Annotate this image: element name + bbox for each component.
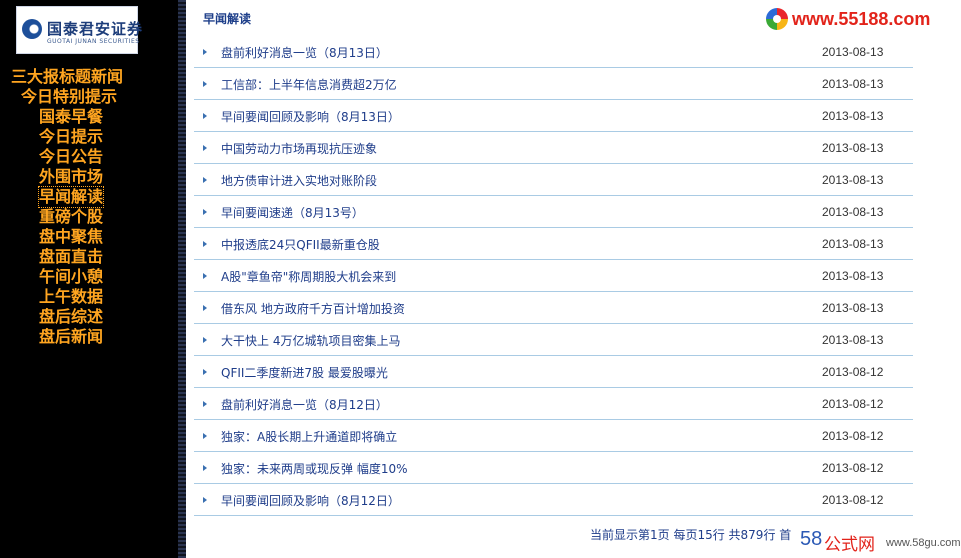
news-date: 2013-08-13 <box>822 173 884 187</box>
nav-item-noon-break[interactable]: 午间小憩 <box>39 267 103 287</box>
news-date: 2013-08-13 <box>822 45 884 59</box>
nav-item-market-live[interactable]: 盘面直击 <box>39 247 103 267</box>
news-date: 2013-08-12 <box>822 397 884 411</box>
news-title-link[interactable]: 工信部：上半年信息消费超2万亿 <box>221 76 397 93</box>
news-title-link[interactable]: 早间要闻回顾及影响（8月12日） <box>221 492 400 509</box>
news-date: 2013-08-13 <box>822 77 884 91</box>
bullet-arrow-icon <box>203 337 207 343</box>
news-title-link[interactable]: 盘前利好消息一览（8月12日） <box>221 396 388 413</box>
nav-item-intraday-focus[interactable]: 盘中聚焦 <box>39 227 103 247</box>
news-date: 2013-08-12 <box>822 461 884 475</box>
bullet-arrow-icon <box>203 433 207 439</box>
news-row[interactable]: 早间要闻回顾及影响（8月12日） 2013-08-12 <box>194 484 913 516</box>
news-date: 2013-08-13 <box>822 205 884 219</box>
company-logo-icon <box>22 19 42 39</box>
news-date: 2013-08-13 <box>822 237 884 251</box>
section-title: 早闻解读 <box>203 12 252 26</box>
news-date: 2013-08-13 <box>822 301 884 315</box>
news-title-link[interactable]: 地方债审计进入实地对账阶段 <box>221 172 377 189</box>
news-row[interactable]: 中报透底24只QFII最新重仓股 2013-08-13 <box>194 228 913 260</box>
bullet-arrow-icon <box>203 369 207 375</box>
news-date: 2013-08-12 <box>822 429 884 443</box>
bullet-arrow-icon <box>203 401 207 407</box>
company-logo-text: 国泰君安证券 <box>47 20 144 38</box>
news-date: 2013-08-12 <box>822 493 884 507</box>
news-row[interactable]: 大干快上 4万亿城轨项目密集上马 2013-08-13 <box>194 324 913 356</box>
site-logo-text: www.55188.com <box>792 8 931 29</box>
sidebar: 国泰君安证券 GUOTAI JUNAN SECURITIES 三大报标题新闻 今… <box>0 0 185 558</box>
news-row[interactable]: 中国劳动力市场再现抗压迹象 2013-08-13 <box>194 132 913 164</box>
site-logo[interactable]: www.55188.com <box>766 8 930 34</box>
site-logo-icon <box>766 8 788 30</box>
watermark-badge: 58 公式网 www.58gu.com <box>796 526 961 558</box>
pagination-info[interactable]: 当前显示第1页 每页15行 共879行 首 <box>590 526 791 543</box>
news-title-link[interactable]: QFII二季度新进7股 最爱股曝光 <box>221 364 388 381</box>
news-date: 2013-08-13 <box>822 141 884 155</box>
nav-item-today-announcements[interactable]: 今日公告 <box>39 147 103 167</box>
nav-item-morning-data[interactable]: 上午数据 <box>39 287 103 307</box>
news-title-link[interactable]: 独家：A股长期上升通道即将确立 <box>221 428 397 445</box>
news-row[interactable]: 盘前利好消息一览（8月13日） 2013-08-13 <box>194 36 913 68</box>
news-date: 2013-08-13 <box>822 109 884 123</box>
bullet-arrow-icon <box>203 145 207 151</box>
news-title-link[interactable]: 盘前利好消息一览（8月13日） <box>221 44 388 61</box>
news-date: 2013-08-13 <box>822 269 884 283</box>
news-row[interactable]: 盘前利好消息一览（8月12日） 2013-08-12 <box>194 388 913 420</box>
bullet-arrow-icon <box>203 177 207 183</box>
watermark-url: www.58gu.com <box>886 537 961 549</box>
bullet-arrow-icon <box>203 49 207 55</box>
news-row[interactable]: 早间要闻回顾及影响（8月13日） 2013-08-13 <box>194 100 913 132</box>
news-row[interactable]: 借东风 地方政府千方百计增加投资 2013-08-13 <box>194 292 913 324</box>
main-content: 早闻解读 www.55188.com 盘前利好消息一览（8月13日） 2013-0… <box>186 0 961 558</box>
news-row[interactable]: A股"章鱼帝"称周期股大机会来到 2013-08-13 <box>194 260 913 292</box>
news-date: 2013-08-12 <box>822 365 884 379</box>
bullet-arrow-icon <box>203 81 207 87</box>
news-row[interactable]: 独家：A股长期上升通道即将确立 2013-08-12 <box>194 420 913 452</box>
news-title-link[interactable]: 早间要闻回顾及影响（8月13日） <box>221 108 400 125</box>
bullet-arrow-icon <box>203 305 207 311</box>
news-title-link[interactable]: 早间要闻速递（8月13号） <box>221 204 364 221</box>
nav-item-close-summary[interactable]: 盘后综述 <box>39 307 103 327</box>
bullet-arrow-icon <box>203 113 207 119</box>
news-row[interactable]: 独家：未来两周或现反弹 幅度10% 2013-08-12 <box>194 452 913 484</box>
news-row[interactable]: 早间要闻速递（8月13号） 2013-08-13 <box>194 196 913 228</box>
news-title-link[interactable]: 借东风 地方政府千方百计增加投资 <box>221 300 405 317</box>
bullet-arrow-icon <box>203 273 207 279</box>
news-title-link[interactable]: A股"章鱼帝"称周期股大机会来到 <box>221 268 396 285</box>
news-title-link[interactable]: 独家：未来两周或现反弹 幅度10% <box>221 460 408 477</box>
watermark-number: 58 <box>800 528 823 550</box>
nav-item-today-tips[interactable]: 今日提示 <box>39 127 103 147</box>
bullet-arrow-icon <box>203 497 207 503</box>
company-logo-subtitle: GUOTAI JUNAN SECURITIES <box>47 38 140 45</box>
watermark-brand: 公式网 <box>824 535 875 555</box>
bullet-arrow-icon <box>203 209 207 215</box>
nav-item-key-stocks[interactable]: 重磅个股 <box>39 207 103 227</box>
news-row[interactable]: 工信部：上半年信息消费超2万亿 2013-08-13 <box>194 68 913 100</box>
nav-item-overseas-markets[interactable]: 外围市场 <box>39 167 103 187</box>
nav-item-morning-news-analysis[interactable]: 早闻解读 <box>37 186 105 208</box>
company-logo[interactable]: 国泰君安证券 GUOTAI JUNAN SECURITIES <box>16 6 142 54</box>
bullet-arrow-icon <box>203 241 207 247</box>
nav-item-special-notice[interactable]: 今日特别提示 <box>21 87 117 107</box>
nav-item-after-close-news[interactable]: 盘后新闻 <box>39 327 103 347</box>
nav-item-guotai-breakfast[interactable]: 国泰早餐 <box>39 107 103 127</box>
news-date: 2013-08-13 <box>822 333 884 347</box>
news-row[interactable]: 地方债审计进入实地对账阶段 2013-08-13 <box>194 164 913 196</box>
news-title-link[interactable]: 中国劳动力市场再现抗压迹象 <box>221 140 377 157</box>
news-row[interactable]: QFII二季度新进7股 最爱股曝光 2013-08-12 <box>194 356 913 388</box>
news-title-link[interactable]: 中报透底24只QFII最新重仓股 <box>221 236 380 253</box>
sidebar-divider <box>178 0 186 558</box>
news-title-link[interactable]: 大干快上 4万亿城轨项目密集上马 <box>221 332 400 349</box>
nav-item-headline-news[interactable]: 三大报标题新闻 <box>11 67 123 87</box>
news-list: 盘前利好消息一览（8月13日） 2013-08-13 工信部：上半年信息消费超2万… <box>194 36 913 516</box>
bullet-arrow-icon <box>203 465 207 471</box>
